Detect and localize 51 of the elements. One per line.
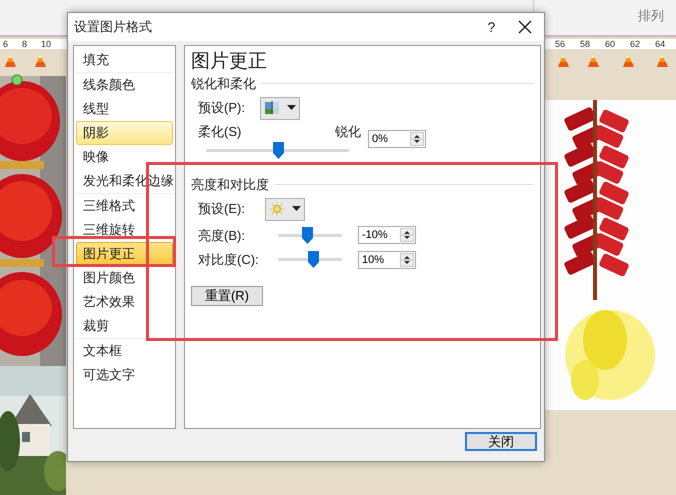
ruler-number: 56 xyxy=(555,39,566,49)
category-item[interactable]: 三维格式 xyxy=(76,194,173,218)
close-button[interactable]: 关闭 xyxy=(465,432,537,451)
candy-corn-icon xyxy=(3,53,17,69)
candy-corn-icon xyxy=(33,53,47,69)
category-item[interactable]: 映像 xyxy=(76,145,173,169)
preset-button[interactable] xyxy=(265,198,305,220)
category-item[interactable]: 阴影 xyxy=(76,121,173,145)
sun-icon xyxy=(269,201,285,217)
picture-icon xyxy=(264,100,280,116)
reset-button[interactable]: 重置(R) xyxy=(191,286,263,306)
ruler-number: 64 xyxy=(655,39,666,49)
candy-corn-icon xyxy=(655,53,669,69)
close-icon xyxy=(518,20,532,34)
ruler-number: 10 xyxy=(41,39,52,49)
candy-corn-icon xyxy=(621,53,635,69)
category-item[interactable]: 裁剪 xyxy=(76,314,173,338)
ribbon-group-label: 排列 xyxy=(638,7,664,25)
preset-button[interactable] xyxy=(260,96,300,120)
ruler-number: 58 xyxy=(580,39,590,49)
spin-buttons-icon xyxy=(410,132,424,146)
category-item[interactable]: 三维旋转 xyxy=(76,218,173,242)
caret-icon xyxy=(287,105,296,111)
slider-thumb[interactable] xyxy=(272,142,284,159)
ruler-number: 60 xyxy=(605,39,616,49)
category-item[interactable]: 填充 xyxy=(76,48,173,72)
slider-thumb[interactable] xyxy=(308,251,320,268)
field-label: 预设(E): xyxy=(198,200,246,218)
category-item[interactable]: 线条颜色 xyxy=(76,73,173,97)
caret-icon xyxy=(292,206,301,212)
ruler-number: 6 xyxy=(3,39,8,49)
ruler-number: 8 xyxy=(22,39,28,49)
field-label: 预设(P): xyxy=(198,99,246,118)
category-item[interactable]: 线型 xyxy=(76,97,173,121)
slider-label: 亮度(B): xyxy=(198,226,246,245)
category-item[interactable]: 艺术效果 xyxy=(76,290,173,314)
slider-label: 对比度(C): xyxy=(198,251,260,269)
spin-buttons-icon xyxy=(400,228,414,242)
pane-heading: 图片更正 xyxy=(191,50,268,74)
ruler-number: 62 xyxy=(630,39,640,49)
candy-corn-icon xyxy=(556,53,570,69)
category-item[interactable]: 图片颜色 xyxy=(76,266,173,290)
dialog-title: 设置图片格式 xyxy=(74,18,153,36)
category-item[interactable]: 可选文字 xyxy=(76,363,173,387)
category-item[interactable]: 文本框 xyxy=(76,339,173,363)
help-button[interactable]: ? xyxy=(487,16,498,38)
slider-thumb[interactable] xyxy=(302,226,313,244)
spin-buttons-icon xyxy=(400,252,414,267)
candy-corn-icon xyxy=(586,53,600,69)
slider-label: 锐化 xyxy=(335,122,361,140)
slider-label: 柔化(S) xyxy=(198,122,242,141)
